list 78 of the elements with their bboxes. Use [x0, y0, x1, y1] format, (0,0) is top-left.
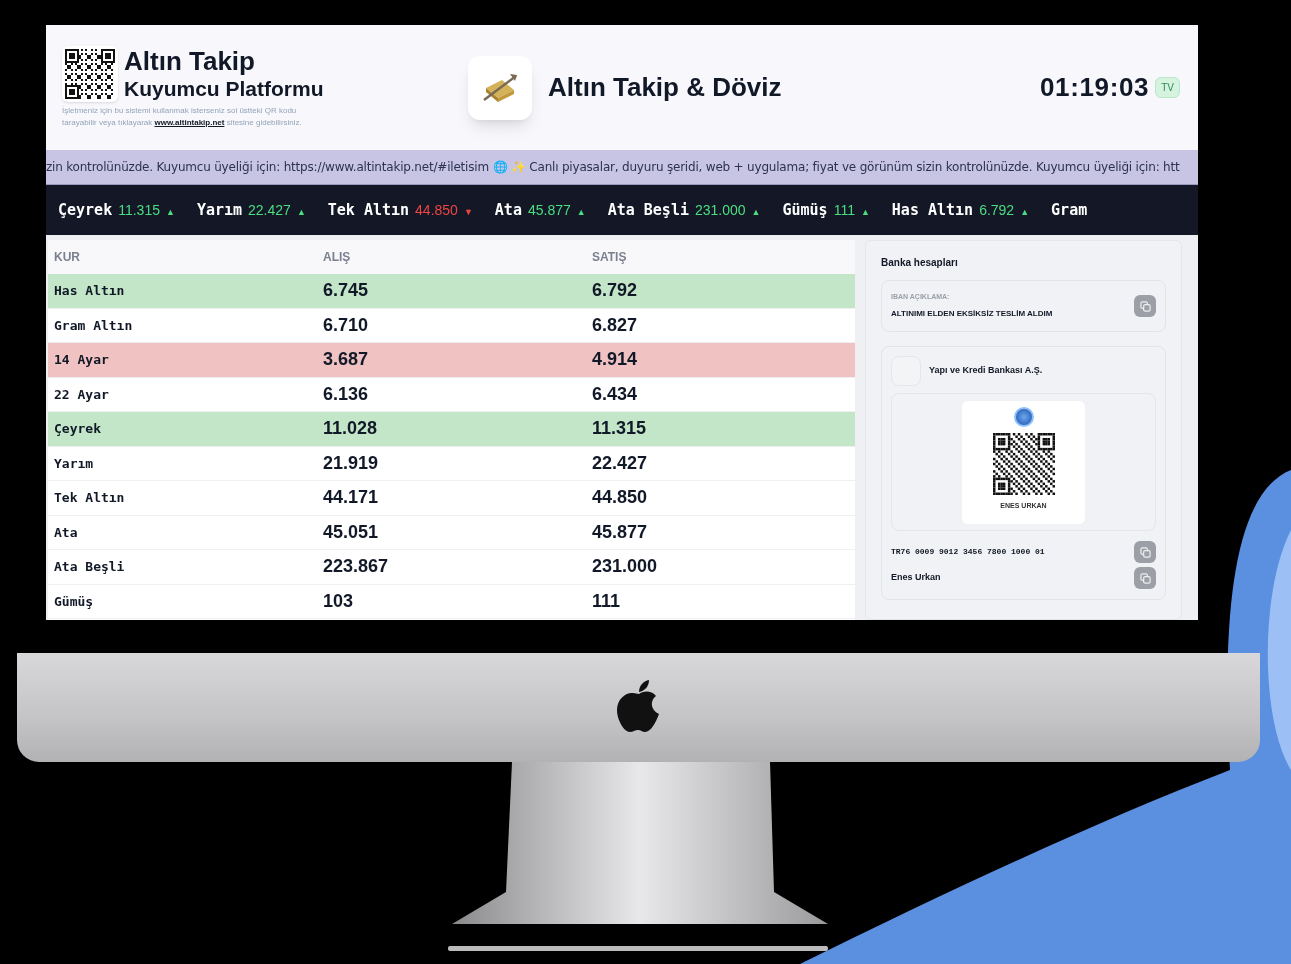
ticker-price: 22.427	[248, 200, 291, 220]
globe-logo-icon	[1013, 406, 1034, 427]
buy-price: 223.867	[322, 555, 390, 579]
copy-button[interactable]	[1134, 567, 1156, 589]
rate-name: Tek Altın	[53, 489, 126, 507]
rate-name: 22 Ayar	[53, 385, 110, 404]
ticker-price: 11.315	[118, 200, 160, 220]
bank-name: Yapı ve Kredi Bankası A.Ş.	[929, 364, 1043, 378]
rate-name: 14 Ayar	[53, 351, 110, 369]
trend-arrow: ▲	[296, 205, 306, 219]
app-title: Altın Takip & Döviz	[548, 71, 782, 104]
buy-price: 6.710	[322, 313, 370, 337]
ticker-name: Has Altın	[891, 199, 974, 221]
sell-price: 11.315	[591, 417, 648, 441]
qr-code	[992, 432, 1055, 495]
sell-price: 4.914	[591, 348, 639, 372]
sell-price: 6.434	[591, 382, 639, 406]
sell-price: 44.850	[591, 486, 649, 510]
ticker-price: 231.000	[694, 200, 746, 220]
panel-title: Banka hesapları	[881, 256, 959, 270]
ticker-price: 111	[833, 200, 855, 220]
ticker-name: Çeyrek	[58, 199, 113, 221]
ticker-name: Gümüş	[782, 199, 828, 221]
tv-badge[interactable]: TV	[1155, 77, 1180, 98]
ticker-name: Ata Beşli	[607, 199, 689, 221]
brand-title: Altın Takip	[124, 46, 256, 76]
buy-price: 21.919	[322, 451, 380, 475]
ticker-name: Gram	[1051, 199, 1088, 221]
copy-icon	[1139, 546, 1151, 558]
buy-price: 45.051	[322, 520, 380, 544]
buy-price: 6.745	[322, 279, 370, 303]
rate-name: Çeyrek	[53, 420, 102, 438]
sell-price: 6.792	[591, 279, 639, 303]
ingot-icon	[468, 55, 532, 120]
note-text: ALTINIMI ELDEN EKSİKSİZ TESLİM ALDIM	[891, 307, 1054, 320]
ticker-name: Ata	[494, 199, 522, 221]
copy-button[interactable]	[1134, 541, 1156, 563]
qr-code-icon	[62, 46, 118, 102]
description-text: İşletmeniz için bu sistemi kullanmak isterseniz sol üstteki QR kodu tarayabilir veya tıklayarak www.altintakip.net sitesine gidebilirsiniz.	[62, 105, 303, 129]
trend-arrow: ▲	[1020, 205, 1030, 219]
buy-price: 6.136	[322, 382, 370, 406]
buy-price: 3.687	[322, 348, 370, 372]
rate-name: Gümüş	[53, 592, 95, 611]
website-link[interactable]: www.altintakip.net	[154, 118, 225, 127]
rate-name: Has Altın	[53, 282, 126, 300]
sell-price: 6.827	[591, 313, 639, 337]
rate-name: Ata	[53, 523, 79, 542]
sell-price: 22.427	[591, 451, 649, 475]
trend-arrow: ▼	[463, 205, 473, 219]
account-holder: Enes Urkan	[891, 571, 942, 585]
column-header: SATIŞ	[591, 249, 628, 266]
clock-time: 01:19:03	[1039, 71, 1150, 104]
iban-text: TR76 0009 9012 3456 7800 1000 01	[891, 546, 1046, 558]
trend-arrow: ▲	[576, 205, 586, 219]
rate-name: Yarım	[53, 454, 95, 473]
buy-price: 103	[322, 589, 355, 613]
sell-price: 111	[591, 589, 622, 613]
brand-subtitle: Kuyumcu Platformu	[124, 76, 324, 102]
trend-arrow: ▲	[751, 205, 761, 219]
sell-price: 45.877	[591, 520, 649, 544]
buy-price: 44.171	[322, 486, 380, 510]
announcement-ticker: zin kontrolünüzde. Kuyumcu üyeliği için: https://www.altintakip.net/#iletisim 🌐 ✨ Canlı piyasalar, duyuru şeridi, web + uygulama; fiyat ve görünüm sizin kontrolünüzde. Kuyumcu üyeliği için: htt	[46, 159, 1180, 176]
rate-name: Ata Beşli	[53, 558, 126, 576]
column-header: ALIŞ	[322, 249, 352, 266]
ticker-name: Tek Altın	[327, 199, 410, 221]
ticker-price: 45.877	[527, 200, 571, 220]
trend-arrow: ▲	[860, 205, 870, 219]
buy-price: 11.028	[322, 417, 379, 441]
ticker-price: 6.792	[979, 200, 1015, 220]
copy-icon	[1139, 300, 1151, 312]
copy-button[interactable]	[1134, 295, 1156, 317]
rate-name: Gram Altın	[53, 316, 134, 335]
copy-icon	[1139, 572, 1151, 584]
column-header: KUR	[53, 249, 81, 266]
sell-price: 231.000	[591, 555, 659, 579]
ticker-name: Yarım	[196, 199, 243, 221]
ticker-price: 44.850	[415, 200, 458, 220]
trend-arrow: ▲	[165, 205, 175, 219]
